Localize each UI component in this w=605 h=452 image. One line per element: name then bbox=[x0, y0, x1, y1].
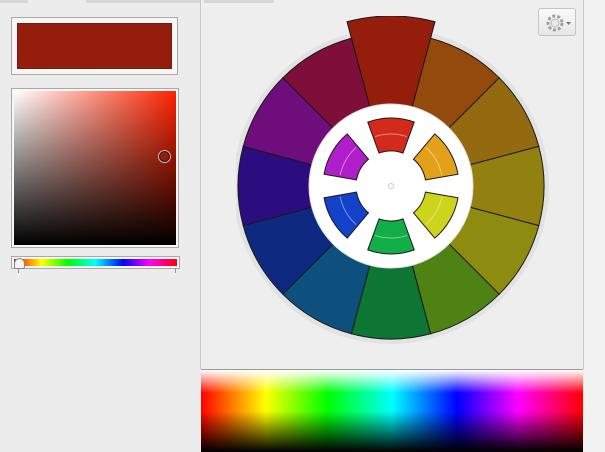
tab-divider bbox=[204, 0, 274, 3]
saturation-value-field[interactable] bbox=[14, 91, 176, 245]
controls-panel bbox=[0, 0, 200, 452]
hue-tick bbox=[175, 268, 176, 273]
current-color-swatch bbox=[17, 23, 172, 69]
color-wheel[interactable] bbox=[236, 16, 558, 346]
tab-divider bbox=[0, 0, 28, 3]
hue-slider[interactable] bbox=[11, 256, 180, 269]
saturation-value-handle[interactable] bbox=[159, 151, 170, 162]
hue-slider-thumb[interactable] bbox=[14, 258, 25, 269]
current-color-preview bbox=[11, 17, 178, 75]
hue-tick bbox=[18, 268, 19, 273]
tab-divider bbox=[86, 0, 200, 3]
caret-down-icon bbox=[566, 22, 571, 25]
scroll-gutter bbox=[584, 0, 605, 452]
saturation-value-picker[interactable] bbox=[11, 88, 179, 248]
hue-track[interactable] bbox=[14, 259, 177, 266]
spectrum-picker[interactable] bbox=[201, 369, 583, 452]
